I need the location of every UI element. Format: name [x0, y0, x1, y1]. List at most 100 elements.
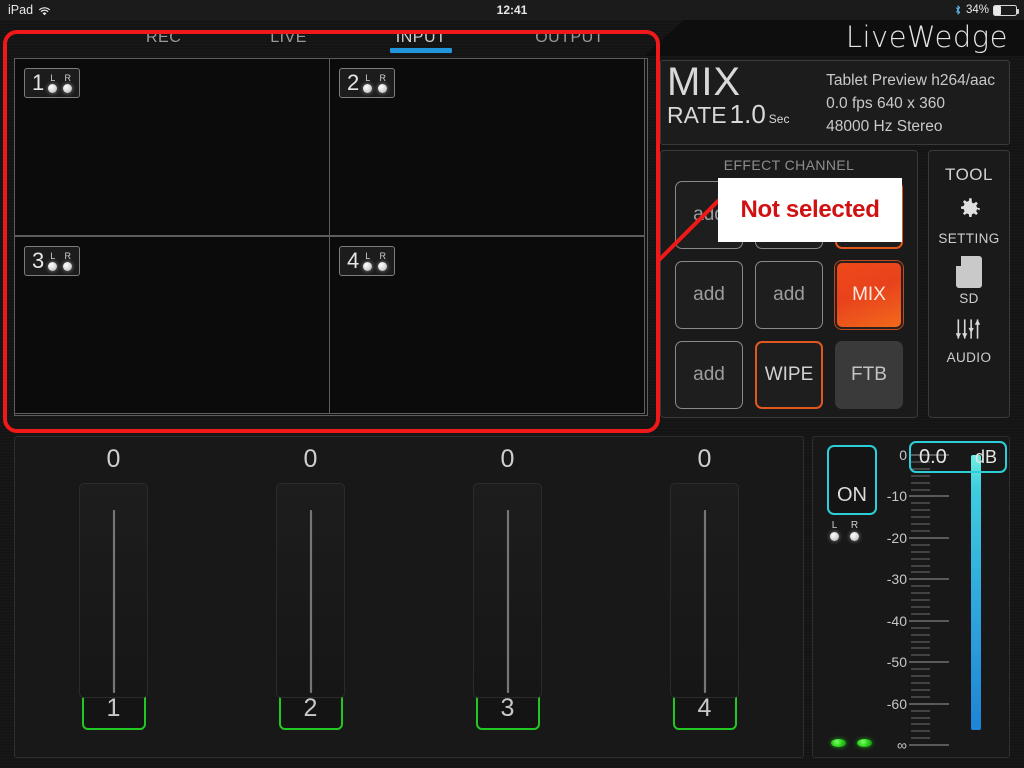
input-number-1: 1: [32, 70, 45, 95]
db-scale-minor-tick: [911, 489, 930, 491]
tool-item-setting[interactable]: SETTING: [938, 195, 999, 246]
ios-status-bar: iPad 12:41 34%: [0, 0, 1024, 20]
fader-strip-1: 0 1: [15, 437, 212, 757]
tab-input[interactable]: INPUT: [389, 20, 453, 53]
effect-add-button-5[interactable]: add: [755, 261, 823, 329]
annotation-callout-text: Not selected: [740, 196, 880, 223]
db-scale-minor-tick: [911, 530, 930, 532]
battery-icon: [993, 4, 1019, 16]
lr-dot-left-icon: [48, 261, 58, 271]
db-scale-label: -30: [886, 571, 907, 588]
input-number-3: 3: [32, 248, 45, 273]
input-number-2: 2: [347, 70, 360, 95]
lr-label-right: R: [64, 250, 72, 261]
db-scale-minor-tick: [911, 696, 930, 698]
stream-info-text: Tablet Preview h264/aac 0.0 fps 640 x 36…: [826, 69, 995, 138]
preview-input-2[interactable]: 2 L R: [329, 58, 645, 236]
effect-add-button-7[interactable]: add: [675, 341, 743, 409]
db-scale-minor-tick: [911, 523, 930, 525]
lr-label-right: R: [850, 520, 859, 531]
app-logo: LiveWedge: [845, 20, 1008, 54]
preview-row-bottom: 3 L R 4 L R: [14, 236, 647, 415]
preview-input-1[interactable]: 1 L R: [14, 58, 330, 236]
db-scale-minor-tick: [911, 544, 930, 546]
db-scale-major-tick: [909, 703, 949, 705]
main-tabs: REC LIVE INPUT OUTPUT: [140, 20, 610, 56]
db-scale-minor-tick: [911, 606, 930, 608]
db-scale-major-tick: [909, 495, 949, 497]
effect-mix-button[interactable]: MIX: [835, 261, 903, 329]
tool-item-audio[interactable]: AUDIO: [947, 316, 992, 365]
fader-track-3[interactable]: [473, 483, 542, 698]
fader-track-2[interactable]: [276, 483, 345, 698]
db-scale-minor-tick: [911, 516, 930, 518]
db-scale-major-tick: [909, 744, 949, 746]
bluetooth-icon: [954, 4, 962, 16]
tool-item-label-audio: AUDIO: [946, 350, 992, 365]
db-scale-minor-tick: [911, 737, 930, 739]
db-scale-minor-tick: [911, 565, 930, 567]
db-scale-minor-tick: [911, 558, 930, 560]
lr-dot-right-icon: [850, 532, 859, 541]
db-scale-minor-tick: [911, 634, 930, 636]
input-badge-4: 4 L R: [339, 246, 396, 276]
db-scale-minor-tick: [911, 717, 930, 719]
effect-ftb-button[interactable]: FTB: [835, 341, 903, 409]
tool-item-sd[interactable]: SD: [956, 256, 982, 306]
lr-label-right: R: [379, 72, 387, 83]
db-scale-minor-tick: [911, 689, 930, 691]
db-scale-minor-tick: [911, 585, 930, 587]
db-scale-label: -40: [886, 612, 907, 629]
db-scale-label: ∞: [897, 737, 907, 754]
status-bar-clock: 12:41: [496, 3, 528, 17]
effect-channel-title: EFFECT CHANNEL: [723, 157, 855, 173]
rate-label: RATE: [667, 102, 727, 128]
lr-indicator-3: L R: [48, 250, 73, 271]
db-scale-minor-tick: [911, 682, 930, 684]
db-readout[interactable]: 0.0 dB: [909, 441, 1007, 473]
db-scale-label: 0: [899, 447, 907, 463]
gear-icon: [955, 195, 983, 228]
input-badge-2: 2 L R: [339, 68, 396, 98]
effect-add-button-4[interactable]: add: [675, 261, 743, 329]
db-unit: dB: [974, 446, 997, 467]
fader-groove: [506, 510, 509, 693]
db-scale-minor-tick: [911, 592, 930, 594]
lr-dot-left-icon: [830, 532, 839, 541]
master-level-bar[interactable]: [971, 455, 981, 730]
input-badge-1: 1 L R: [24, 68, 81, 98]
db-scale-minor-tick: [911, 509, 930, 511]
fader-track-1[interactable]: [79, 483, 148, 698]
db-scale: 0 -10 -20 -30 -40 -50 -60 ∞: [879, 445, 953, 753]
master-on-button[interactable]: ON: [827, 445, 877, 515]
fader-groove: [703, 510, 706, 693]
tab-output[interactable]: OUTPUT: [529, 20, 610, 47]
status-bar-right: 34%: [954, 4, 1019, 16]
lr-dot-left-icon: [48, 83, 58, 93]
fader-groove: [309, 510, 312, 693]
lr-dot-left-icon: [363, 83, 373, 93]
fader-value-1: 0: [106, 445, 121, 473]
mix-rate-block: MIX RATE 1.0 Sec: [667, 60, 789, 130]
status-led-1-icon: [831, 739, 846, 747]
db-scale-label: -20: [886, 529, 907, 546]
db-scale-minor-tick: [911, 551, 930, 553]
effect-wipe-button[interactable]: WIPE: [755, 341, 823, 409]
lr-dot-right-icon: [378, 261, 388, 271]
db-scale-minor-tick: [911, 475, 930, 477]
stream-info-line-1: Tablet Preview h264/aac: [826, 72, 995, 89]
fader-track-4[interactable]: [670, 483, 739, 698]
preview-input-3[interactable]: 3 L R: [14, 236, 330, 414]
tab-live[interactable]: LIVE: [264, 20, 313, 47]
tab-rec[interactable]: REC: [140, 20, 187, 47]
mix-label: MIX: [667, 60, 742, 104]
preview-row-top: 1 L R 2 L R: [14, 58, 647, 237]
lr-label-left: L: [365, 72, 371, 83]
fader-panel: 0 1 0 2 0 3 0 4: [14, 436, 804, 758]
fader-value-4: 0: [697, 445, 712, 473]
livewedge-app: iPad 12:41 34% REC LIVE INPUT OUTPUT Liv…: [0, 0, 1024, 768]
db-scale-minor-tick: [911, 571, 930, 573]
preview-input-4[interactable]: 4 L R: [329, 236, 645, 414]
tool-panel-title: TOOL: [945, 165, 993, 184]
mix-info-strip: MIX RATE 1.0 Sec Tablet Preview h264/aac…: [660, 60, 1010, 145]
